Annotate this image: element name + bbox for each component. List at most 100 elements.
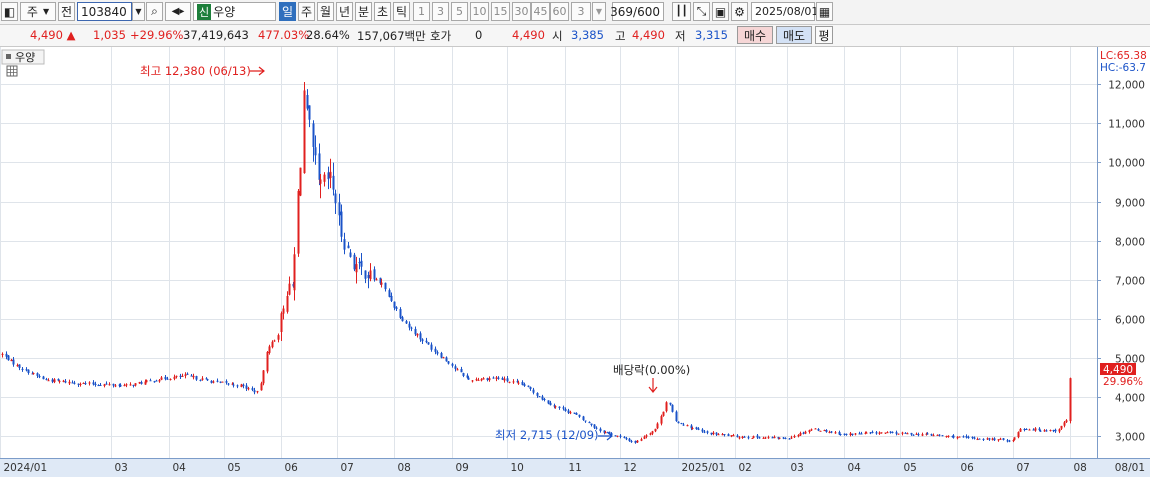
interval-10[interactable]: 10 — [470, 2, 489, 21]
period-tab-second[interactable]: 초 — [374, 2, 391, 21]
interval-value[interactable]: 3 — [571, 2, 591, 21]
interval-dropdown[interactable]: ▼ — [592, 2, 606, 21]
candle-body — [912, 434, 915, 436]
candle-body — [1043, 430, 1046, 432]
candle-body — [573, 412, 576, 414]
candlestick-chart[interactable]: 12,000 11,000 10,000 9,000 8,000 7,000 6,000 5,… — [0, 47, 1150, 477]
interval-3[interactable]: 3 — [432, 2, 449, 21]
candle-body — [329, 171, 332, 178]
candle-body — [799, 432, 802, 436]
market-select[interactable]: 주 ▼ — [20, 2, 56, 21]
candle-body — [625, 438, 628, 440]
sound-button[interactable]: ◀▸ — [165, 2, 191, 21]
candle-body — [804, 431, 807, 434]
candle-body — [756, 435, 759, 438]
lc-indicator: LC:65.38 — [1100, 50, 1147, 62]
candle-body — [1002, 438, 1005, 440]
buy-button[interactable]: 매수 — [737, 26, 773, 44]
candle-body — [343, 239, 346, 250]
interval-30[interactable]: 30 — [512, 2, 531, 21]
interval-5[interactable]: 5 — [451, 2, 468, 21]
candle-body — [564, 408, 567, 412]
candle-body — [751, 437, 754, 439]
period-tab-tick[interactable]: 틱 — [393, 2, 410, 21]
candle-body — [195, 376, 198, 380]
candle-body — [155, 380, 158, 382]
candle-body — [164, 376, 167, 380]
crosshair-button[interactable]: ⤡ — [693, 2, 710, 21]
candle-body — [752, 436, 755, 438]
candle-body — [240, 384, 243, 387]
sell-button[interactable]: 매도 — [776, 26, 812, 44]
y-tick-label: 9,000 — [1115, 198, 1145, 210]
candle-settings-button[interactable]: ┃┃ — [672, 2, 691, 21]
candle-body — [71, 382, 74, 384]
candle-body — [460, 369, 463, 373]
candle-body — [42, 376, 45, 380]
save-button[interactable]: ▣ — [712, 2, 729, 21]
candle-body — [442, 357, 445, 359]
interval-45[interactable]: 45 — [531, 2, 550, 21]
candle-body — [1063, 422, 1066, 426]
x-tick-label: 05 — [228, 462, 241, 474]
average-button[interactable]: 평 — [815, 26, 833, 44]
crosshair-icon: ⤡ — [696, 4, 707, 18]
interval-15[interactable]: 15 — [491, 2, 510, 21]
low-annotation: 최저 2,715 (12/09) — [495, 428, 599, 442]
compare-button[interactable]: 전 — [58, 2, 75, 21]
candle-body — [18, 364, 21, 368]
candle-body — [462, 373, 465, 376]
candle-body — [25, 369, 28, 371]
candle-body — [588, 421, 591, 424]
candle-body — [715, 432, 718, 435]
candle-body — [192, 375, 195, 378]
speaker-icon: ◀▸ — [171, 6, 185, 17]
period-tab-minute[interactable]: 분 — [355, 2, 372, 21]
candle-body — [999, 438, 1002, 440]
current-price-value: 4,490 — [30, 28, 63, 42]
candle-body — [175, 375, 178, 377]
code-dropdown-button[interactable]: ▼ — [132, 2, 145, 21]
window-layout-icon[interactable]: ◧ — [1, 2, 18, 21]
candle-body — [747, 437, 750, 439]
candle-body — [112, 383, 115, 386]
trade-amount: 157,067백만 — [357, 29, 426, 43]
period-tab-year[interactable]: 년 — [336, 2, 353, 21]
candle-body — [697, 428, 700, 430]
bar-count-field[interactable]: 369/600 — [610, 2, 664, 21]
candle-body — [778, 437, 781, 439]
stock-code-input[interactable]: 103840 — [77, 2, 132, 21]
stock-name-field[interactable]: 신 우양 — [193, 2, 276, 21]
grid-settings-icon[interactable] — [6, 65, 18, 77]
candle-body — [971, 436, 974, 438]
candle-body — [880, 432, 883, 434]
x-tick-label: 04 — [173, 462, 187, 474]
candle-body — [286, 295, 289, 312]
period-tab-month[interactable]: 월 — [317, 2, 334, 21]
x-tick-label: 2024/01 — [4, 462, 48, 474]
settings-button[interactable]: ⚙ — [731, 2, 748, 21]
candle-body — [199, 379, 202, 381]
candle-body — [475, 379, 478, 381]
candle-body — [802, 432, 805, 434]
calendar-button[interactable]: ▦ — [816, 2, 833, 21]
candle-body — [58, 380, 61, 382]
candle-body — [445, 357, 448, 362]
market-select-value: 주 — [26, 5, 38, 19]
candle-body — [160, 377, 163, 380]
date-field[interactable]: 2025/08/01 — [751, 2, 818, 21]
legend-label: 우양 — [15, 51, 35, 64]
high-price: 4,490 — [632, 28, 665, 42]
candle-body — [105, 383, 108, 385]
candle-body — [1069, 378, 1072, 422]
candle-body — [501, 378, 504, 380]
interval-1[interactable]: 1 — [413, 2, 430, 21]
candle-body — [1028, 429, 1031, 431]
period-tab-day[interactable]: 일 — [279, 2, 296, 21]
candle-body — [584, 420, 587, 422]
candle-body — [569, 412, 572, 414]
period-tab-week[interactable]: 주 — [298, 2, 315, 21]
search-button[interactable]: ⌕ — [146, 2, 163, 21]
interval-60[interactable]: 60 — [550, 2, 569, 21]
candle-body — [967, 437, 970, 439]
